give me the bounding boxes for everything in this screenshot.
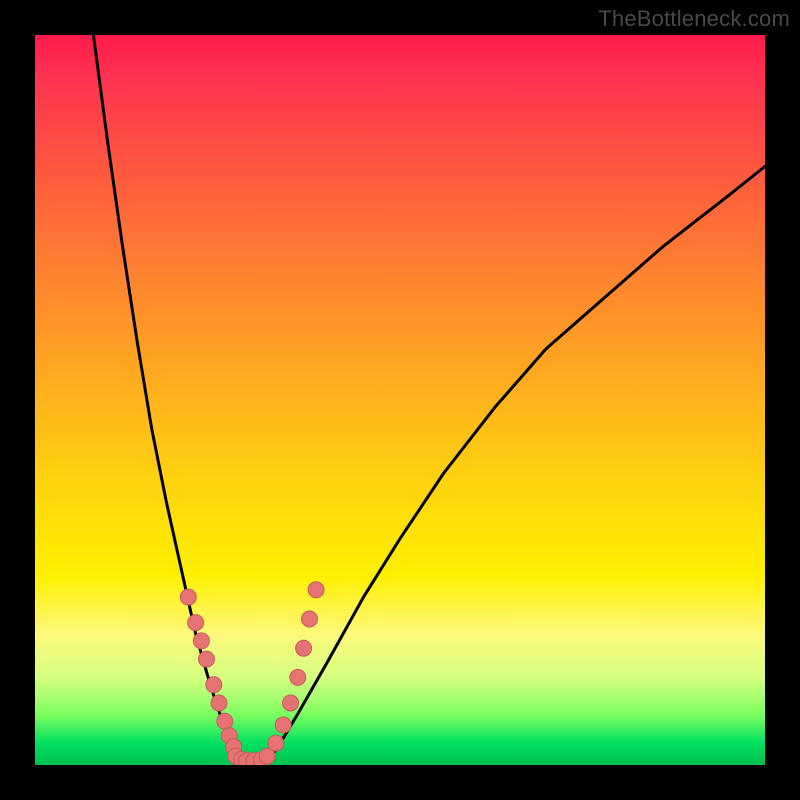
data-point: [275, 717, 291, 733]
chart-svg: [35, 35, 765, 765]
curve-right-curve: [261, 166, 765, 761]
data-point: [211, 695, 227, 711]
data-point: [308, 582, 324, 598]
data-point: [188, 615, 204, 631]
data-point: [290, 669, 306, 685]
data-point: [217, 713, 233, 729]
data-point: [180, 589, 196, 605]
data-point: [302, 611, 318, 627]
curve-left-curve: [93, 35, 246, 761]
plot-area: [35, 35, 765, 765]
data-point: [259, 748, 275, 764]
data-point: [199, 651, 215, 667]
chart-frame: TheBottleneck.com: [0, 0, 800, 800]
data-point: [296, 640, 312, 656]
data-point: [206, 677, 222, 693]
attribution-text: TheBottleneck.com: [598, 6, 790, 32]
data-point: [193, 633, 209, 649]
data-point: [283, 695, 299, 711]
